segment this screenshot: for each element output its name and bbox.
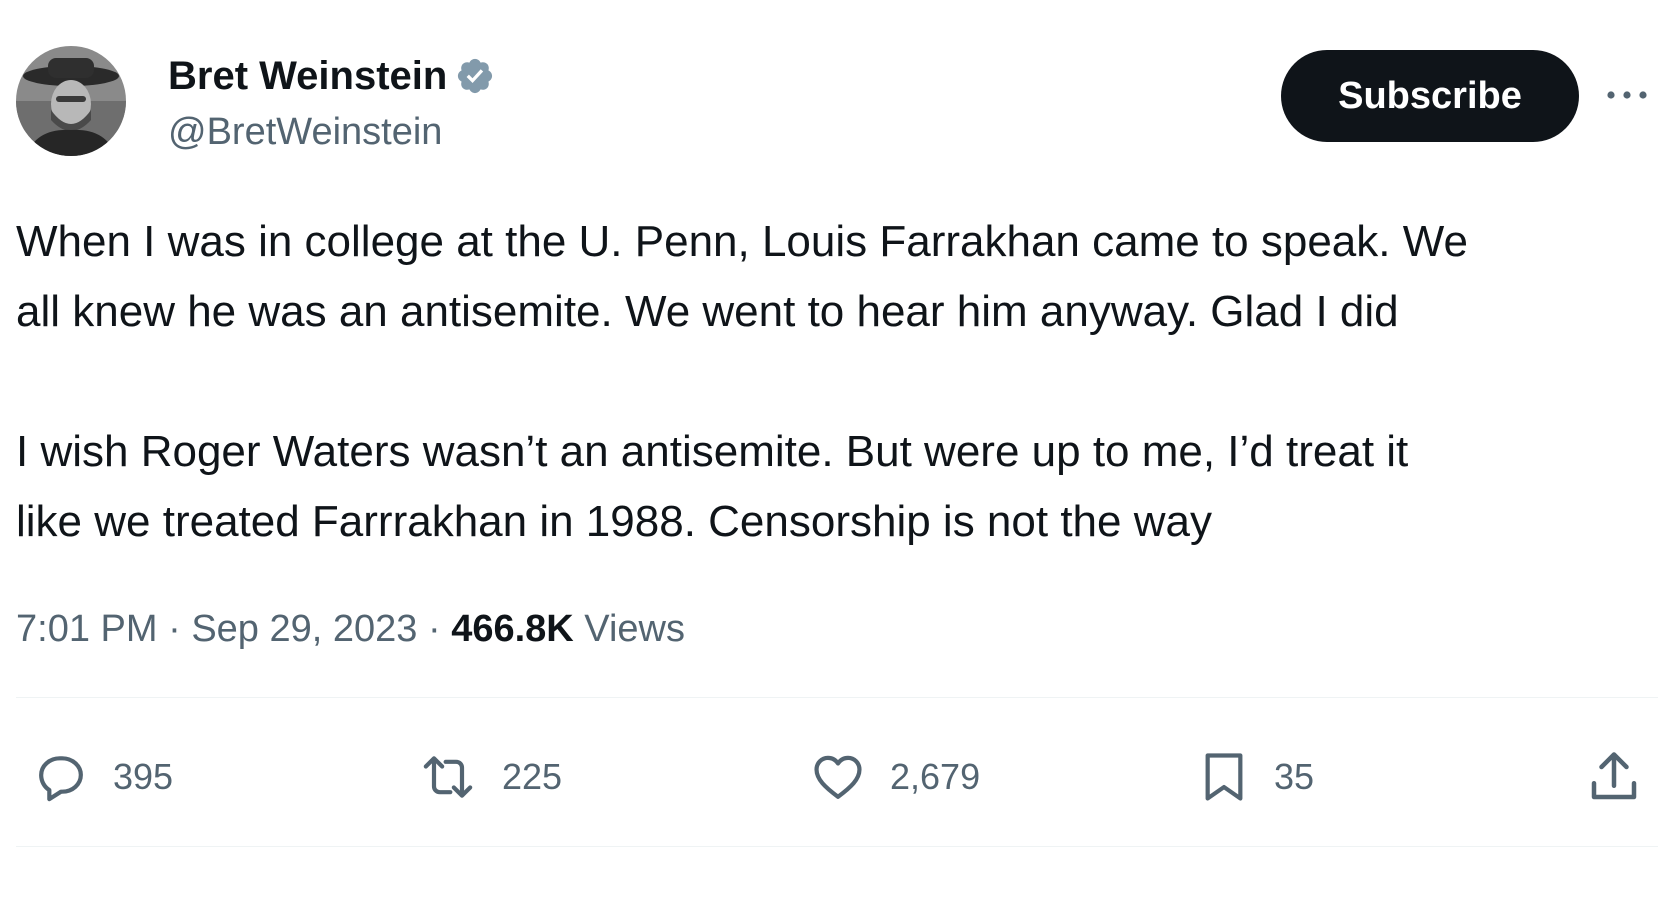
- paragraph-break: [16, 347, 1661, 417]
- avatar[interactable]: [16, 46, 126, 156]
- divider: [16, 697, 1658, 698]
- tweet-text-line: When I was in college at the U. Penn, Lo…: [16, 217, 1468, 266]
- divider: [16, 846, 1658, 847]
- tweet-card: Bret Weinstein @BretWeinstein Subscribe …: [0, 0, 1674, 906]
- reply-count: 395: [113, 756, 174, 797]
- repost-button[interactable]: 225: [416, 742, 562, 812]
- share-icon: [1584, 747, 1644, 807]
- share-button[interactable]: [1584, 742, 1644, 812]
- author-name[interactable]: Bret Weinstein: [168, 52, 495, 100]
- views-count[interactable]: 466.8K: [451, 608, 574, 650]
- tweet-text-line: I wish Roger Waters wasn’t an antisemite…: [16, 427, 1409, 476]
- more-dots-icon[interactable]: [1602, 80, 1652, 110]
- repost-count: 225: [502, 756, 563, 797]
- author-handle[interactable]: @BretWeinstein: [168, 110, 442, 154]
- tweet-time[interactable]: 7:01 PM: [16, 608, 158, 650]
- verified-badge-icon[interactable]: [455, 56, 495, 96]
- meta-separator: ·: [157, 608, 192, 650]
- reply-icon: [31, 749, 91, 805]
- repost-icon: [416, 749, 480, 805]
- author-name-text[interactable]: Bret Weinstein: [168, 52, 447, 100]
- like-count: 2,679: [890, 756, 981, 797]
- tweet-date[interactable]: Sep 29, 2023: [191, 608, 417, 650]
- views-label: Views: [573, 608, 685, 650]
- reply-button[interactable]: 395: [31, 742, 173, 812]
- heart-icon: [808, 749, 868, 805]
- tweet-text-line: like we treated Farrrakhan in 1988. Cens…: [16, 497, 1212, 546]
- bookmark-count: 35: [1274, 756, 1315, 797]
- like-button[interactable]: 2,679: [808, 742, 980, 812]
- bookmark-button[interactable]: 35: [1196, 742, 1314, 812]
- tweet-text: When I was in college at the U. Penn, Lo…: [16, 207, 1661, 557]
- action-bar: 395 225 2,679 35: [0, 742, 1674, 812]
- tweet-text-line: all knew he was an antisemite. We went t…: [16, 287, 1399, 336]
- subscribe-button[interactable]: Subscribe: [1281, 50, 1579, 142]
- tweet-meta: 7:01 PM · Sep 29, 2023 · 466.8K Views: [16, 605, 685, 653]
- meta-separator: ·: [417, 608, 452, 650]
- bookmark-icon: [1196, 746, 1252, 808]
